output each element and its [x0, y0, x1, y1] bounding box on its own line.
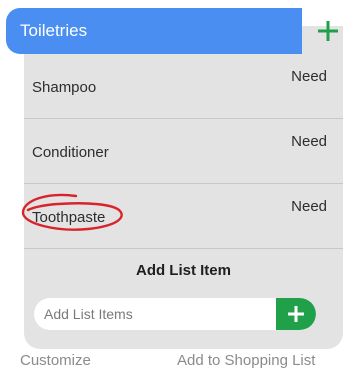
add-list-items-input[interactable] [34, 298, 274, 330]
customize-link[interactable]: Customize [20, 352, 91, 369]
category-title: Toiletries [20, 21, 88, 40]
toiletries-list-card-view: Toiletries Shampoo Need Conditioner Need… [0, 0, 364, 379]
list-item[interactable]: Shampoo Need [24, 54, 343, 119]
list-item[interactable]: Toothpaste Need [24, 184, 343, 249]
add-category-button[interactable] [310, 12, 346, 50]
category-header[interactable]: Toiletries [6, 8, 302, 54]
add-item-input-group [34, 298, 316, 330]
plus-icon [318, 21, 338, 41]
add-to-shopping-list-link[interactable]: Add to Shopping List [177, 352, 315, 369]
item-status[interactable]: Need [291, 198, 327, 215]
item-name: Conditioner [32, 144, 109, 161]
add-item-button[interactable] [276, 298, 316, 330]
list-item[interactable]: Conditioner Need [24, 119, 343, 184]
add-list-item-heading: Add List Item [135, 262, 231, 279]
item-status[interactable]: Need [291, 68, 327, 85]
item-status[interactable]: Need [291, 133, 327, 150]
item-name: Shampoo [32, 79, 97, 96]
item-name: Toothpaste [32, 209, 106, 226]
plus-icon [288, 306, 304, 322]
